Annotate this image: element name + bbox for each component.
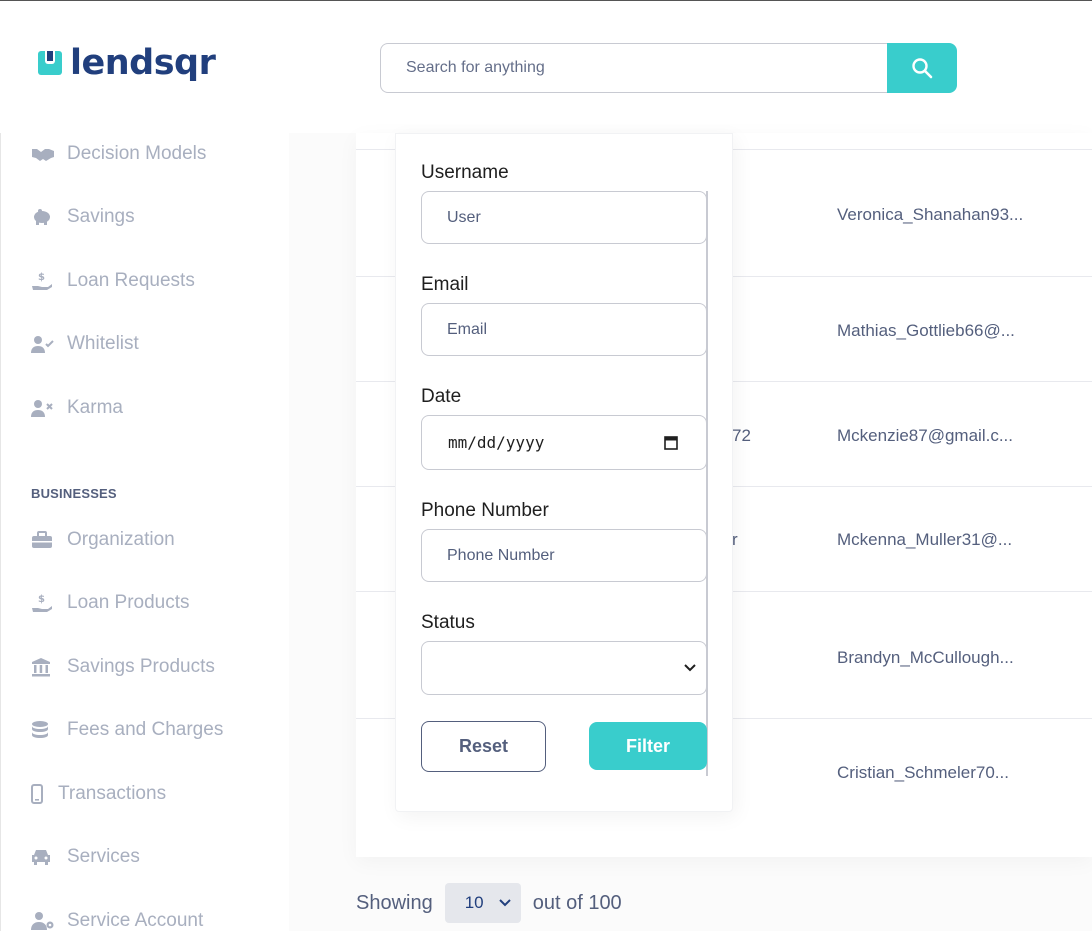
filter-button[interactable]: Filter <box>589 722 707 770</box>
sidebar-item-label: Whitelist <box>67 333 139 354</box>
date-label: Date <box>421 386 462 407</box>
calendar-icon[interactable] <box>664 435 678 450</box>
phone-number-placeholder: Phone Number <box>447 546 555 564</box>
lendsqr-logo[interactable]: lendsqr <box>38 43 216 83</box>
phone-number-label: Phone Number <box>421 500 549 521</box>
username-label: Username <box>421 162 509 183</box>
username-input[interactable]: User <box>421 191 707 244</box>
sidebar-item-service-account[interactable]: Service Account <box>31 906 203 931</box>
sidebar-item-label: Loan Products <box>67 592 190 613</box>
pagination: Showing 10 out of 100 <box>356 883 622 923</box>
sidebar-item-label: Savings Products <box>67 656 215 677</box>
sidebar-item-savings[interactable]: Savings <box>31 202 135 232</box>
sidebar-item-decision-models[interactable]: Decision Models <box>31 139 206 169</box>
phone-number-input[interactable]: Phone Number <box>421 529 707 582</box>
pagination-showing-label: Showing <box>356 891 433 914</box>
chevron-down-icon <box>499 899 511 907</box>
user-gear-icon <box>31 911 55 931</box>
handshake-icon <box>31 144 55 164</box>
sidebar-item-label: Organization <box>67 529 175 550</box>
bank-icon <box>31 657 55 677</box>
coins-icon <box>31 720 55 740</box>
sidebar-item-label: Loan Requests <box>67 270 195 291</box>
filter-panel: Username User Email Email Date mm/dd/yyy… <box>395 133 733 812</box>
hand-coin-icon: $ <box>31 593 55 613</box>
search-icon <box>912 58 933 79</box>
user-x-icon <box>31 398 55 418</box>
sidebar-item-label: Decision Models <box>67 143 207 164</box>
sidebar-item-label: Services <box>67 846 140 867</box>
email-label: Email <box>421 274 469 295</box>
sidebar-item-karma[interactable]: Karma <box>31 393 123 423</box>
reset-button[interactable]: Reset <box>421 721 546 772</box>
table-cell-email: Cristian_Schmeler70... <box>837 763 1009 782</box>
phone-icon <box>31 784 46 804</box>
piggy-bank-icon <box>31 207 55 227</box>
briefcase-icon <box>31 530 55 550</box>
sidebar-item-whitelist[interactable]: Whitelist <box>31 329 139 359</box>
sidebar: Decision Models Savings $ Loan Requests … <box>0 133 289 931</box>
page-size-value: 10 <box>464 893 484 912</box>
sidebar-item-services[interactable]: Services <box>31 842 140 872</box>
table-cell-email: Veronica_Shanahan93... <box>837 205 1024 224</box>
sidebar-item-organization[interactable]: Organization <box>31 525 175 555</box>
car-icon <box>31 847 55 867</box>
date-placeholder: mm/dd/yyyy <box>448 433 545 452</box>
table-cell-phone: 72 <box>732 426 751 445</box>
table-cell-email: Mathias_Gottlieb66@... <box>837 321 1015 340</box>
page-size-select[interactable]: 10 <box>444 883 521 923</box>
email-input[interactable]: Email <box>421 303 707 356</box>
table-cell-email: Mckenzie87@gmail.c... <box>837 426 1013 445</box>
sidebar-item-loan-products[interactable]: $ Loan Products <box>31 588 190 618</box>
user-check-icon <box>31 334 55 354</box>
status-select[interactable] <box>421 641 707 695</box>
search-bar <box>380 43 957 93</box>
sidebar-item-label: Savings <box>67 206 135 227</box>
pagination-total-label: out of 100 <box>532 891 622 914</box>
username-placeholder: User <box>447 208 481 226</box>
search-button[interactable] <box>887 43 957 93</box>
status-label: Status <box>421 612 475 633</box>
hand-coin-icon: $ <box>31 271 55 291</box>
sidebar-item-savings-products[interactable]: Savings Products <box>31 652 215 682</box>
logo-mark-icon <box>38 49 62 77</box>
sidebar-item-fees-and-charges[interactable]: Fees and Charges <box>31 715 223 745</box>
sidebar-item-transactions[interactable]: Transactions <box>31 779 166 809</box>
sidebar-section-businesses: BUSINESSES <box>31 486 117 501</box>
table-cell-email: Brandyn_McCullough... <box>837 648 1014 667</box>
chevron-down-icon <box>684 664 696 672</box>
logo-wordmark: lendsqr <box>70 43 216 83</box>
sidebar-item-label: Karma <box>67 397 123 418</box>
search-input[interactable] <box>380 43 887 93</box>
email-placeholder: Email <box>447 320 488 338</box>
table-cell-email: Mckenna_Muller31@... <box>837 530 1013 549</box>
top-header: lendsqr <box>0 1 1092 133</box>
date-input[interactable]: mm/dd/yyyy <box>421 415 707 470</box>
sidebar-item-loan-requests[interactable]: $ Loan Requests <box>31 266 195 296</box>
sidebar-item-label: Fees and Charges <box>67 719 224 740</box>
sidebar-item-label: Transactions <box>58 783 167 804</box>
sidebar-item-label: Service Account <box>67 910 204 931</box>
svg-text:$: $ <box>38 272 45 283</box>
svg-text:$: $ <box>38 594 45 605</box>
